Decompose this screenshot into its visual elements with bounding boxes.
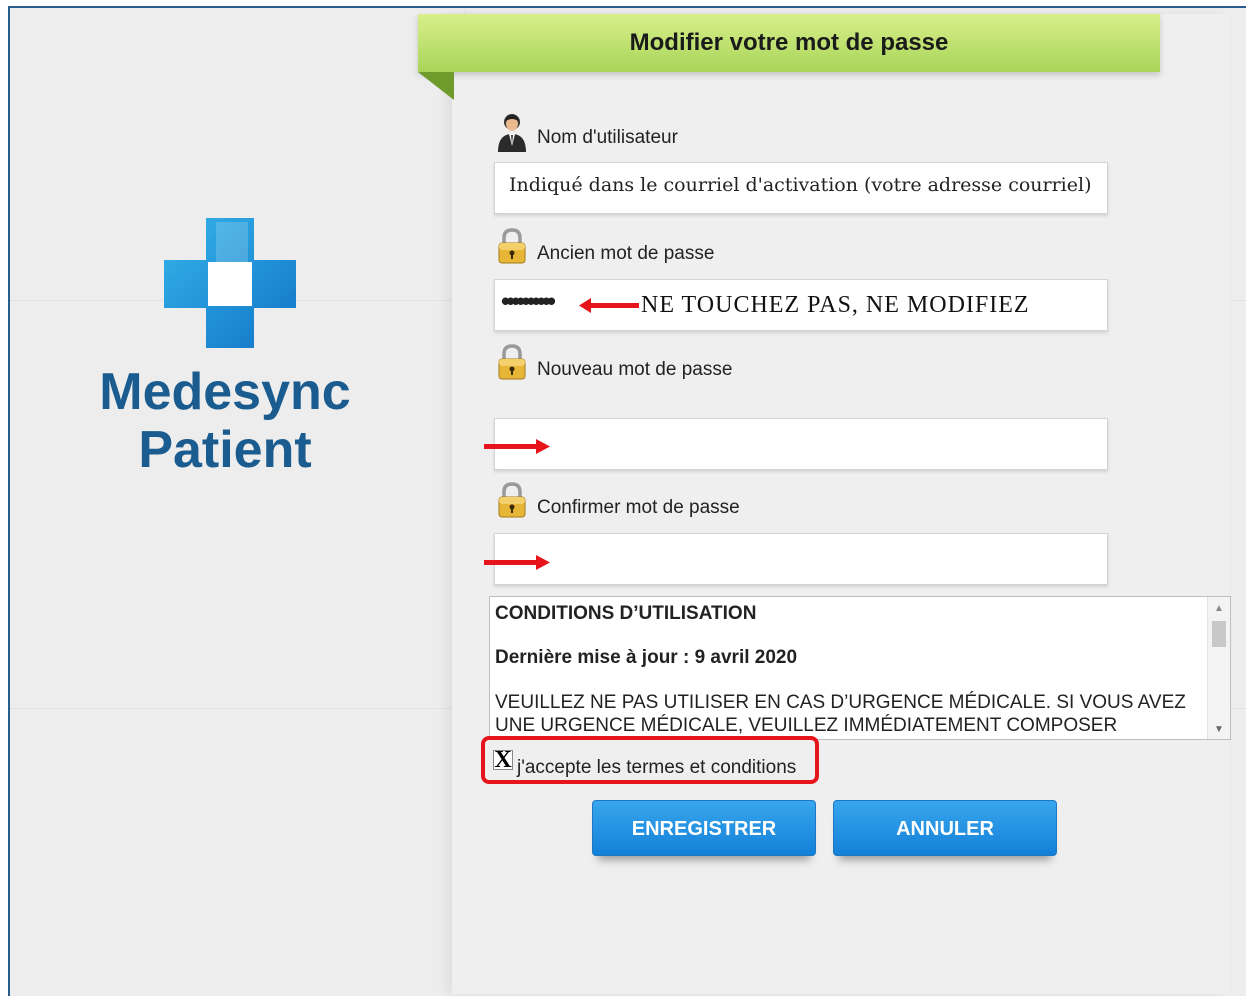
- brand-subtitle: Patient: [138, 421, 312, 479]
- new-password-input[interactable]: [494, 418, 1108, 470]
- medical-cross-icon: [164, 218, 296, 348]
- confirm-password-label: Confirmer mot de passe: [537, 497, 740, 518]
- terms-body: VEUILLEZ NE PAS UTILISER EN CAS D’URGENC…: [495, 692, 1186, 736]
- old-password-input[interactable]: •••••••••• NE TOUCHEZ PAS, NE MODIFIEZ: [494, 279, 1108, 331]
- red-arrow-icon: [579, 298, 639, 313]
- old-password-label: Ancien mot de passe: [537, 243, 715, 264]
- lock-icon: [498, 228, 526, 264]
- accept-label: j'accepte les termes et conditions: [517, 757, 797, 778]
- page-title: Modifier votre mot de passe: [629, 29, 949, 56]
- brand-name: Medesync: [99, 363, 351, 421]
- scroll-up-icon[interactable]: ▲: [1214, 603, 1224, 614]
- ribbon-fold: [418, 72, 454, 100]
- warning-note: NE TOUCHEZ PAS, NE MODIFIEZ: [641, 292, 1030, 318]
- user-icon: [498, 114, 526, 152]
- password-mask: ••••••••••: [501, 286, 556, 316]
- accept-checkbox[interactable]: X: [493, 748, 513, 772]
- new-password-label: Nouveau mot de passe: [537, 359, 733, 380]
- scroll-down-icon[interactable]: ▼: [1214, 724, 1224, 735]
- cancel-button[interactable]: ANNULER: [833, 800, 1057, 856]
- username-input[interactable]: Indiqué dans le courriel d'activation (v…: [494, 162, 1108, 214]
- header-ribbon: Modifier votre mot de passe: [418, 14, 1160, 72]
- terms-updated-date: Dernière mise à jour : 9 avril 2020: [495, 647, 798, 668]
- terms-scrollbar[interactable]: ▲ ▼: [1207, 597, 1230, 739]
- red-arrow-icon: [484, 555, 550, 570]
- save-button[interactable]: ENREGISTRER: [592, 800, 816, 856]
- terms-textbox[interactable]: CONDITIONS D’UTILISATION Dernière mise à…: [489, 596, 1231, 740]
- terms-title: CONDITIONS D’UTILISATION: [495, 603, 757, 624]
- username-label: Nom d'utilisateur: [537, 127, 678, 148]
- lock-icon: [498, 482, 526, 518]
- username-value: Indiqué dans le courriel d'activation (v…: [509, 174, 1092, 196]
- scroll-thumb[interactable]: [1212, 621, 1226, 647]
- red-arrow-icon: [484, 439, 550, 454]
- lock-icon: [498, 344, 526, 380]
- confirm-password-input[interactable]: [494, 533, 1108, 585]
